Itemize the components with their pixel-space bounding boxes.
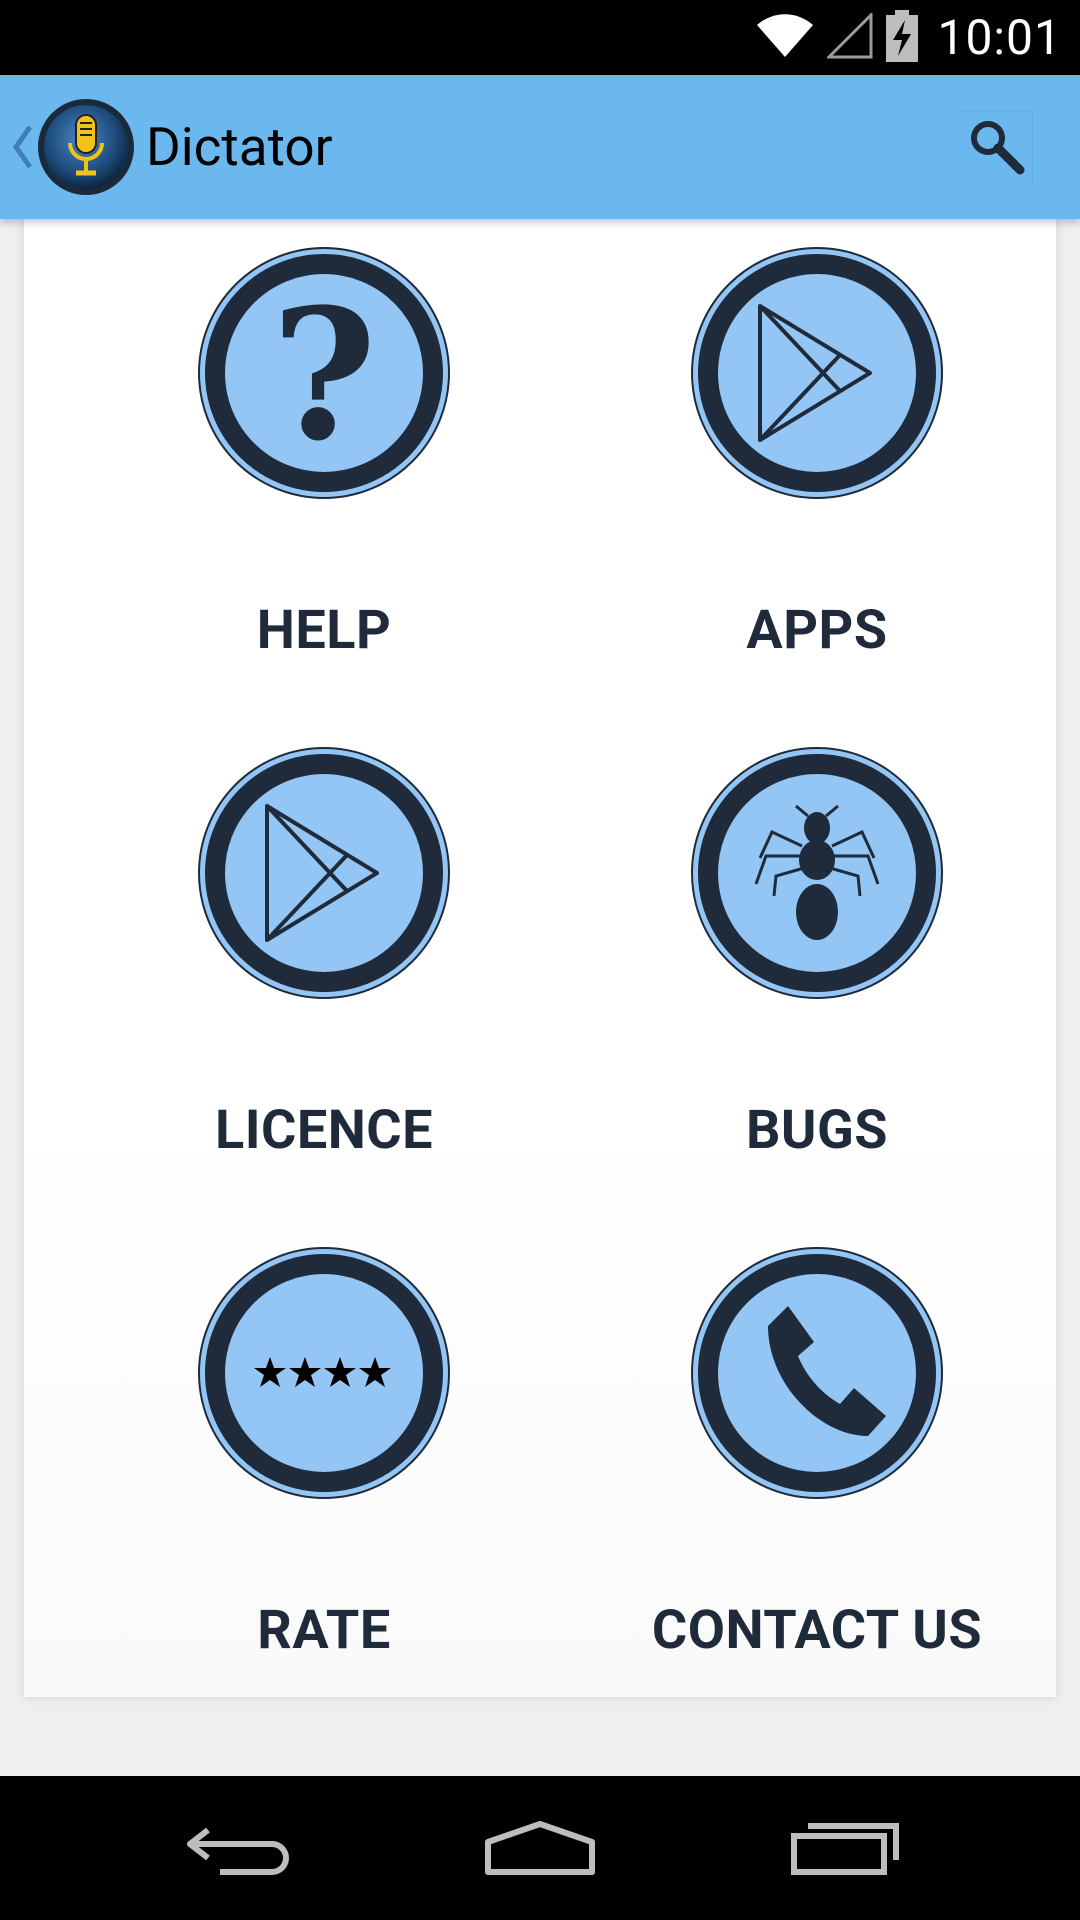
contact-us-label: CONTACT US [651,1599,983,1662]
search-button[interactable] [960,111,1033,184]
app-title: Dictator [146,116,333,178]
apps-label: APPS [746,599,888,662]
rate-label: RATE [257,1599,391,1662]
svg-text:?: ? [271,270,376,481]
licence-tile[interactable]: LICENCE [104,719,544,1199]
contact-us-tile[interactable]: CONTACT US [597,1219,1037,1699]
battery-charging-icon [885,9,919,66]
phone-icon [690,1246,944,1500]
home-icon[interactable] [480,1812,600,1896]
help-label: HELP [256,599,392,662]
stars-icon [197,1246,451,1500]
licence-label: LICENCE [214,1099,434,1162]
help-tile[interactable]: ? HELP [104,219,544,699]
bugs-tile[interactable]: BUGS [597,719,1037,1199]
menu-grid: ? HELP APPS LICENCE BUGS RATE CONTACT US [24,219,1056,1697]
action-bar: Dictator [0,75,1080,219]
status-bar: 10:01 [0,0,1080,75]
status-icons: 10:01 [743,0,1062,75]
play-store-icon [197,746,451,1000]
recent-apps-icon[interactable] [786,1812,906,1896]
status-time: 10:01 [937,9,1062,66]
navigation-bar [0,1776,1080,1920]
rate-tile[interactable]: RATE [104,1219,544,1699]
question-icon: ? [197,246,451,500]
bugs-label: BUGS [745,1099,889,1162]
up-caret-icon[interactable] [10,123,34,175]
play-store-icon [690,246,944,500]
bug-icon [690,746,944,1000]
wifi-icon [755,13,815,63]
apps-tile[interactable]: APPS [597,219,1037,699]
back-icon[interactable] [180,1812,300,1896]
app-logo-microphone-icon[interactable] [36,97,136,197]
signal-icon [825,10,873,63]
search-icon [966,116,1026,180]
